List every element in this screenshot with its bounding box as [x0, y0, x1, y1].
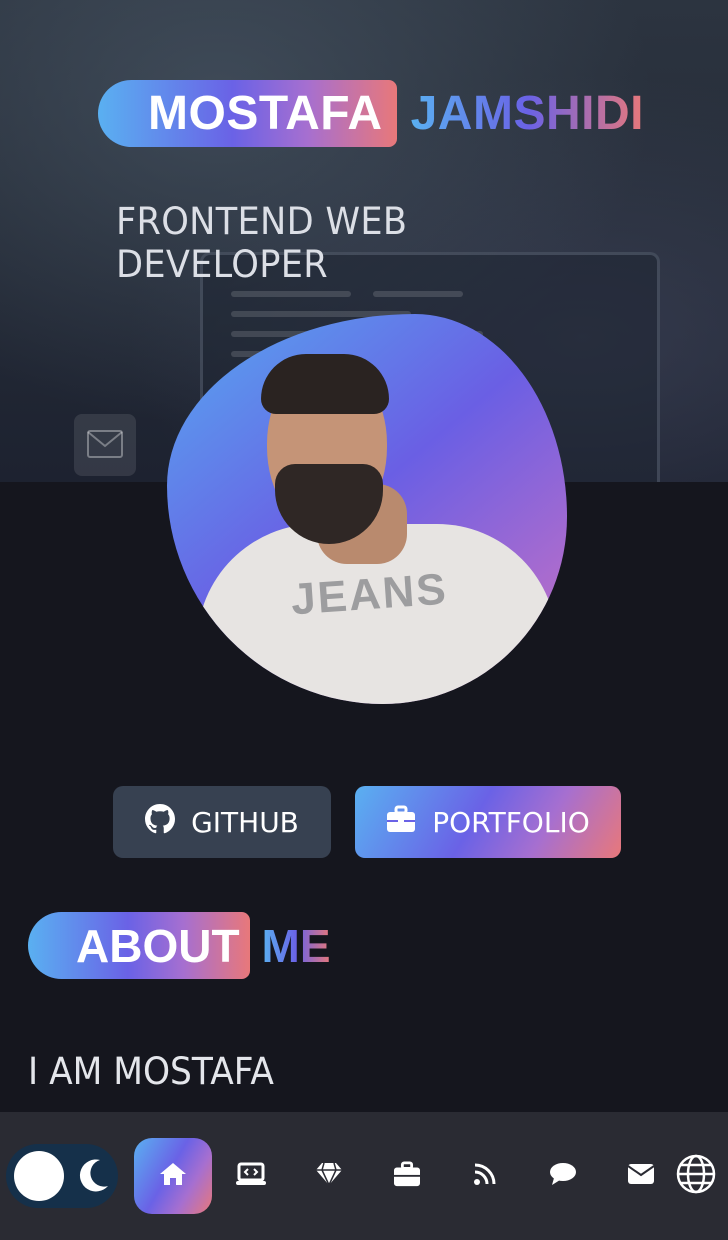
- hero-first-name: MOSTAFA: [98, 80, 397, 147]
- background-mail-icon: [74, 414, 136, 476]
- chat-bubble-icon: [549, 1162, 577, 1191]
- briefcase-icon: [393, 1160, 421, 1192]
- home-icon: [159, 1162, 187, 1191]
- github-icon: [145, 803, 176, 841]
- about-heading-second: ME: [261, 919, 331, 972]
- about-heading: ABOUT ME: [28, 912, 331, 979]
- nav-skills[interactable]: [212, 1138, 290, 1214]
- nav-portfolio[interactable]: [368, 1138, 446, 1214]
- hero-role: FRONTEND WEB DEVELOPER: [116, 200, 408, 286]
- nav-home[interactable]: [134, 1138, 212, 1214]
- toggle-knob: [14, 1151, 64, 1201]
- moon-icon: [76, 1158, 110, 1199]
- gem-icon: [315, 1162, 343, 1191]
- theme-toggle[interactable]: [6, 1144, 118, 1208]
- portfolio-button[interactable]: PORTFOLIO: [355, 786, 621, 858]
- code-laptop-icon: [235, 1162, 267, 1191]
- github-button-label: GITHUB: [191, 805, 299, 839]
- portfolio-button-label: PORTFOLIO: [432, 805, 590, 839]
- profile-avatar: JEANS: [167, 314, 567, 704]
- envelope-icon: [627, 1163, 655, 1190]
- about-intro: I AM MOSTAFA: [28, 1050, 274, 1093]
- hero-title: MOSTAFA JAMSHIDI: [98, 80, 644, 147]
- nav-language[interactable]: [664, 1138, 728, 1214]
- globe-icon: [676, 1154, 716, 1199]
- nav-blog[interactable]: [446, 1138, 524, 1214]
- about-heading-first: ABOUT: [28, 912, 250, 979]
- nav-testimonials[interactable]: [524, 1138, 602, 1214]
- nav-services[interactable]: [290, 1138, 368, 1214]
- rss-icon: [473, 1162, 497, 1191]
- github-button[interactable]: GITHUB: [113, 786, 331, 858]
- hero-last-name: JAMSHIDI: [410, 87, 644, 140]
- briefcase-icon: [386, 805, 416, 840]
- bottom-nav: [0, 1112, 728, 1240]
